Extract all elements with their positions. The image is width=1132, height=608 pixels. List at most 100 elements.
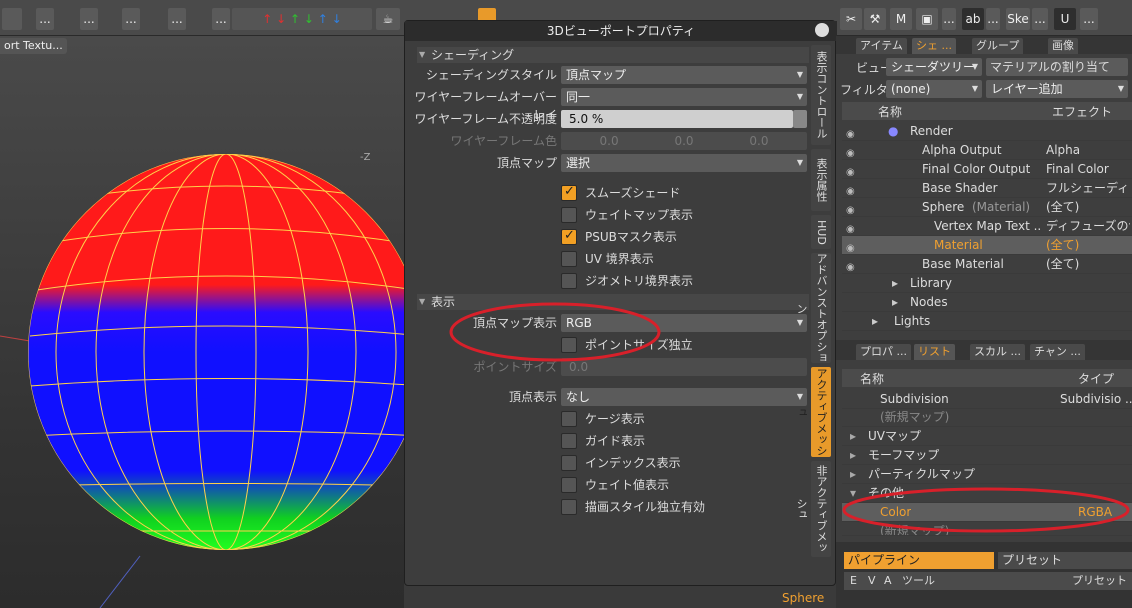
tab-list[interactable]: リスト <box>914 344 955 360</box>
arrow-down-green-icon[interactable]: ↓ <box>304 12 314 26</box>
expand-icon[interactable]: ▸ <box>850 465 856 484</box>
tab-groups[interactable]: グループ <box>972 38 1024 54</box>
tree-row[interactable]: ▸ Nodes <box>842 293 1132 312</box>
tab-display-control[interactable]: 表示コントロール <box>811 45 831 145</box>
arrow-up-green-icon[interactable]: ↑ <box>290 12 300 26</box>
tree-row[interactable]: ▸ Library <box>842 274 1132 293</box>
tab-display-attr[interactable]: 表示属性 <box>811 149 831 211</box>
toolbar-overflow-1[interactable]: ... <box>36 8 54 30</box>
toolbar-overflow-3[interactable]: ... <box>122 8 140 30</box>
wire-color-field: 0.0 0.0 0.0 <box>561 132 807 150</box>
rig-icon[interactable]: M <box>890 8 912 30</box>
expand-icon[interactable]: ▸ <box>872 312 878 331</box>
shading-style-dropdown[interactable]: 頂点マップ <box>561 66 807 84</box>
hammer-icon[interactable]: ⚒ <box>864 8 886 30</box>
row-effect[interactable]: Final Color <box>1046 160 1109 179</box>
tab-channels[interactable]: チャン ... <box>1030 344 1085 360</box>
tab-active-mesh[interactable]: アクティブメッシュ <box>795 367 831 457</box>
close-icon[interactable] <box>815 23 829 37</box>
toolbar-overflow-6[interactable]: ... <box>942 8 956 30</box>
tab-hud[interactable]: HUD <box>811 215 831 249</box>
cage-checkbox[interactable] <box>561 411 577 427</box>
tree-row[interactable]: ◉ Sphere (Material) (全て) <box>842 198 1132 217</box>
expand-icon[interactable]: ▸ <box>850 446 856 465</box>
guide-checkbox[interactable] <box>561 433 577 449</box>
vmap-dropdown[interactable]: 選択 <box>561 154 807 172</box>
tree-row[interactable]: ◉ Final Color Output Final Color <box>842 160 1132 179</box>
row-effect[interactable]: Alpha <box>1046 141 1080 160</box>
arrow-down-blue-icon[interactable]: ↓ <box>332 12 342 26</box>
tab-items[interactable]: アイテム <box>856 38 907 54</box>
unreal-icon[interactable]: U <box>1054 8 1076 30</box>
list-item[interactable]: Subdivision Subdivisio ... <box>842 390 1132 409</box>
list-item[interactable]: ▸ パーティクルマップ <box>842 465 1132 484</box>
tab-scalars[interactable]: スカル ... <box>970 344 1025 360</box>
list-item[interactable]: ▸ UVマップ <box>842 427 1132 446</box>
row-effect[interactable]: (全て) <box>1046 236 1079 255</box>
toolbar-overflow-9[interactable]: ... <box>1080 8 1098 30</box>
arrow-up-red-icon[interactable]: ↑ <box>262 12 272 26</box>
cage-label: ケージ表示 <box>585 412 645 426</box>
row-name: Nodes <box>910 295 948 309</box>
scissors-icon[interactable]: ✂ <box>840 8 862 30</box>
3d-viewport[interactable]: -Z <box>0 36 404 608</box>
weight-map-checkbox[interactable] <box>561 207 577 223</box>
ab-icon[interactable]: ab <box>962 8 984 30</box>
sketch-button[interactable]: Ske <box>1006 8 1030 30</box>
tree-row-selected[interactable]: ◉ Material (全て) <box>842 236 1132 255</box>
tree-row[interactable]: ◉ Base Material (全て) <box>842 255 1132 274</box>
filter-dropdown[interactable]: (none) <box>886 80 982 98</box>
expand-icon[interactable]: ▸ <box>850 427 856 446</box>
wire-overlay-dropdown[interactable]: 同一 <box>561 88 807 106</box>
wire-color-b: 0.0 <box>749 134 769 148</box>
tab-shader[interactable]: シェ ... <box>912 38 956 54</box>
tree-row[interactable]: ◉ ● Render <box>842 122 1132 141</box>
tree-row[interactable]: ◉Vertex Map Text ...ディフューズの色 <box>842 217 1132 236</box>
uv-border-checkbox[interactable] <box>561 251 577 267</box>
image-icon[interactable]: ▣ <box>916 8 938 30</box>
psub-mask-label: PSUBマスク表示 <box>585 230 677 244</box>
tab-inactive-mesh[interactable]: 非アクティブメッシュ <box>795 461 831 557</box>
row-effect[interactable]: ディフューズの色 <box>1046 217 1130 236</box>
tab-images[interactable]: 画像 <box>1048 38 1078 54</box>
toolbar-overflow-5[interactable]: ... <box>212 8 230 30</box>
row-effect[interactable]: フルシェーディン... <box>1046 179 1130 198</box>
arrow-up-blue-icon[interactable]: ↑ <box>318 12 328 26</box>
toolbar-overflow-2[interactable]: ... <box>80 8 98 30</box>
add-layer-dropdown[interactable]: レイヤー追加 <box>986 80 1128 98</box>
list-item[interactable]: (新規マップ) <box>842 408 1132 427</box>
list-item[interactable]: ▸ モーフマップ <box>842 446 1132 465</box>
row-effect[interactable]: (全て) <box>1046 198 1079 217</box>
tab-pipeline[interactable]: パイプライン <box>844 552 994 569</box>
wire-color-r: 0.0 <box>599 134 619 148</box>
viewport-style-label[interactable]: ort Textu... <box>0 38 67 54</box>
tree-row[interactable]: ▸ Lights <box>842 312 1132 331</box>
section-shading[interactable]: シェーディング <box>417 47 809 63</box>
wire-opacity-field[interactable]: 5.0 % <box>561 110 793 128</box>
tab-advanced[interactable]: アドバンストオプション <box>795 253 831 363</box>
psub-mask-checkbox[interactable] <box>561 228 577 245</box>
teapot-icon[interactable]: ☕ <box>376 8 400 30</box>
row-name: Alpha Output <box>922 143 1002 157</box>
transform-arrows[interactable]: ↑ ↓ ↑ ↓ ↑ ↓ <box>232 8 372 30</box>
tree-row[interactable]: ◉ Alpha Output Alpha <box>842 141 1132 160</box>
view-dropdown[interactable]: シェーダツリー <box>886 58 982 76</box>
toolbar-overflow-8[interactable]: ... <box>1032 8 1048 30</box>
slider-handle-icon[interactable] <box>793 110 807 128</box>
toolbar-overflow-7[interactable]: ... <box>986 8 1000 30</box>
vertex-display-dropdown[interactable]: なし <box>561 388 807 406</box>
tab-presets[interactable]: プリセット <box>998 552 1132 569</box>
row-effect[interactable]: (全て) <box>1046 255 1079 274</box>
arrow-down-red-icon[interactable]: ↓ <box>276 12 286 26</box>
smooth-shade-checkbox[interactable] <box>561 184 577 201</box>
tree-row[interactable]: ◉Base Shaderフルシェーディン... <box>842 179 1132 198</box>
snap-icon[interactable] <box>2 8 22 30</box>
toolbar-overflow-4[interactable]: ... <box>168 8 186 30</box>
geo-border-checkbox[interactable] <box>561 273 577 289</box>
weight-value-checkbox[interactable] <box>561 477 577 493</box>
index-checkbox[interactable] <box>561 455 577 471</box>
tab-properties[interactable]: プロパ ... <box>856 344 911 360</box>
folder-icon: ▸ <box>892 276 899 290</box>
draw-style-checkbox[interactable] <box>561 499 577 515</box>
assign-material-button[interactable]: マテリアルの割り当て <box>986 58 1128 76</box>
